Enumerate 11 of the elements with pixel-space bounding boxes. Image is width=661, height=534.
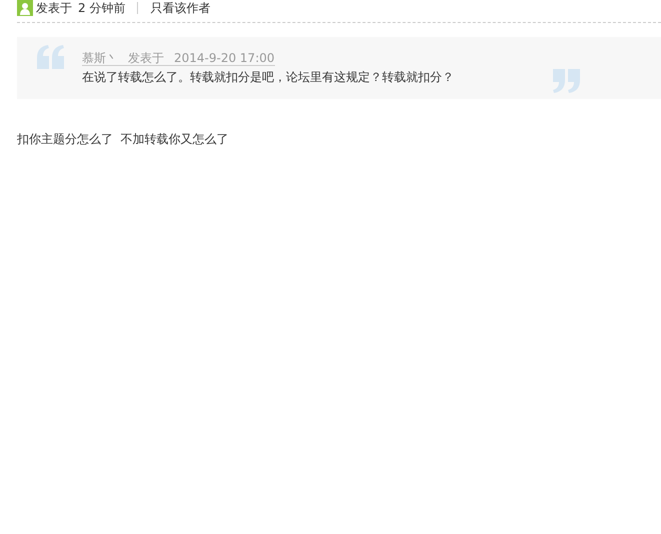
posted-label: 发表于 [36, 0, 72, 16]
quote-text: 在说了转载怎么了。转载就扣分是吧，论坛里有这规定？转载就扣分？ [82, 69, 454, 86]
post-time: 2 分钟前 [78, 0, 126, 16]
quote-author: 慕斯丶 [82, 51, 118, 65]
quote-date: 2014-9-20 17:00 [174, 51, 274, 65]
open-quote-icon [37, 45, 64, 69]
reply-text: 扣你主题分怎么了 不加转载你又怎么了 [17, 131, 230, 148]
quote-posted-label: 发表于 [128, 51, 164, 65]
close-quote-icon [553, 69, 580, 93]
author-only-link[interactable]: 只看该作者 [150, 0, 210, 16]
user-icon [17, 0, 33, 16]
